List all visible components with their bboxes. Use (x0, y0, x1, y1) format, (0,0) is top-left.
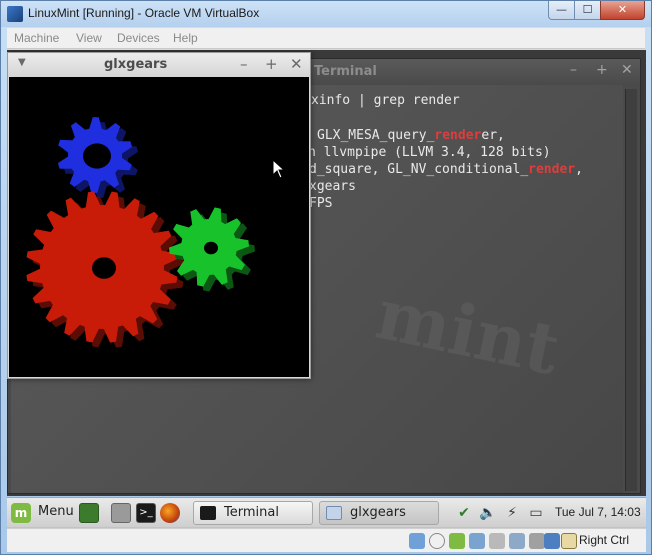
mint-menu-icon[interactable]: m (11, 503, 31, 523)
menu-devices[interactable]: Devices (117, 31, 160, 45)
display-icon[interactable] (509, 533, 525, 549)
battery-icon[interactable]: ▭ (527, 504, 545, 522)
terminal-launcher-icon[interactable]: >_ (136, 503, 156, 523)
terminal-line: xinfo | grep render (311, 93, 460, 108)
vbox-statusbar: Right Ctrl (7, 528, 646, 552)
green-gear-hole (204, 241, 218, 255)
terminal-scrollbar[interactable] (625, 89, 637, 491)
shared-folders-icon[interactable] (489, 533, 505, 549)
network-icon[interactable]: ⚡ (503, 504, 521, 522)
terminal-close-button[interactable]: ✕ (621, 62, 633, 78)
virtualbox-app-icon (7, 6, 23, 22)
menu-view[interactable]: View (76, 31, 102, 45)
terminal-line: FPS (309, 196, 333, 211)
taskbar-item-terminal[interactable]: Terminal (193, 501, 313, 525)
vbox-menubar: Machine View Devices Help (7, 28, 645, 49)
clock[interactable]: Tue Jul 7, 14:03 (555, 505, 641, 519)
firefox-icon[interactable] (160, 503, 180, 523)
computer-icon[interactable] (111, 503, 131, 523)
window-icon (326, 506, 342, 520)
minimize-button[interactable]: — (548, 1, 575, 20)
virtualbox-window: LinuxMint [Running] - Oracle VM VirtualB… (0, 0, 652, 555)
show-desktop-icon[interactable] (79, 503, 99, 523)
menu-help[interactable]: Help (173, 31, 198, 45)
video-capture-icon[interactable] (529, 533, 545, 549)
green-gear (169, 207, 255, 292)
host-key-label: Right Ctrl (579, 533, 630, 547)
window-title: LinuxMint [Running] - Oracle VM VirtualB… (28, 6, 260, 20)
gears-layer (26, 117, 255, 348)
volume-icon[interactable]: 🔈 (479, 504, 497, 522)
window-titlebar[interactable]: LinuxMint [Running] - Oracle VM VirtualB… (1, 1, 651, 27)
glxgears-title: glxgears (104, 57, 168, 72)
terminal-line: d_square, GL_NV_conditional_render, (309, 162, 583, 177)
guest-screen[interactable]: Terminal – + ✕ mint xinfo | grep render … (7, 50, 646, 496)
network-adapter-icon[interactable] (449, 533, 465, 549)
mouse-pointer-icon (272, 159, 286, 179)
blue-gear-hole (83, 143, 111, 169)
hard-disk-icon[interactable] (409, 533, 425, 549)
terminal-line: GLX_MESA_query_renderer, (317, 128, 505, 143)
terminal-minimize-button[interactable]: – (570, 62, 577, 78)
menu-machine[interactable]: Machine (14, 31, 59, 45)
terminal-icon (200, 506, 216, 520)
close-button[interactable]: ✕ (600, 1, 645, 20)
shield-icon[interactable]: ✔ (455, 504, 473, 522)
red-gear-hole (92, 257, 116, 279)
host-key-arrow-icon (561, 533, 577, 549)
window-menu-icon[interactable]: ▼ (18, 57, 26, 68)
glxgears-maximize-button[interactable]: + (265, 55, 278, 73)
terminal-line: n llvmpipe (LLVM 3.4, 128 bits) (308, 145, 551, 160)
maximize-button[interactable]: ☐ (574, 1, 601, 20)
linuxmint-watermark: mint (369, 271, 567, 392)
usb-icon[interactable] (469, 533, 485, 549)
glxgears-close-button[interactable]: ✕ (290, 55, 303, 73)
glxgears-minimize-button[interactable]: – (240, 55, 248, 73)
optical-drive-icon[interactable] (429, 533, 445, 549)
taskbar-item-glxgears[interactable]: glxgears (319, 501, 439, 525)
terminal-line: xgears (309, 179, 356, 194)
glxgears-canvas[interactable] (9, 77, 309, 377)
cpu-icon[interactable] (544, 533, 560, 549)
terminal-title: Terminal (314, 64, 377, 79)
glxgears-window[interactable]: ▼ glxgears – + ✕ (7, 52, 311, 379)
menu-button[interactable]: Menu (38, 501, 74, 525)
glxgears-titlebar[interactable]: ▼ glxgears – + ✕ (8, 53, 310, 77)
blue-gear (57, 117, 139, 198)
mint-panel: m Menu >_ Terminal glxgears ✔ 🔈 ⚡ ▭ Tue … (7, 497, 646, 527)
red-gear (26, 191, 184, 348)
terminal-maximize-button[interactable]: + (596, 62, 608, 78)
